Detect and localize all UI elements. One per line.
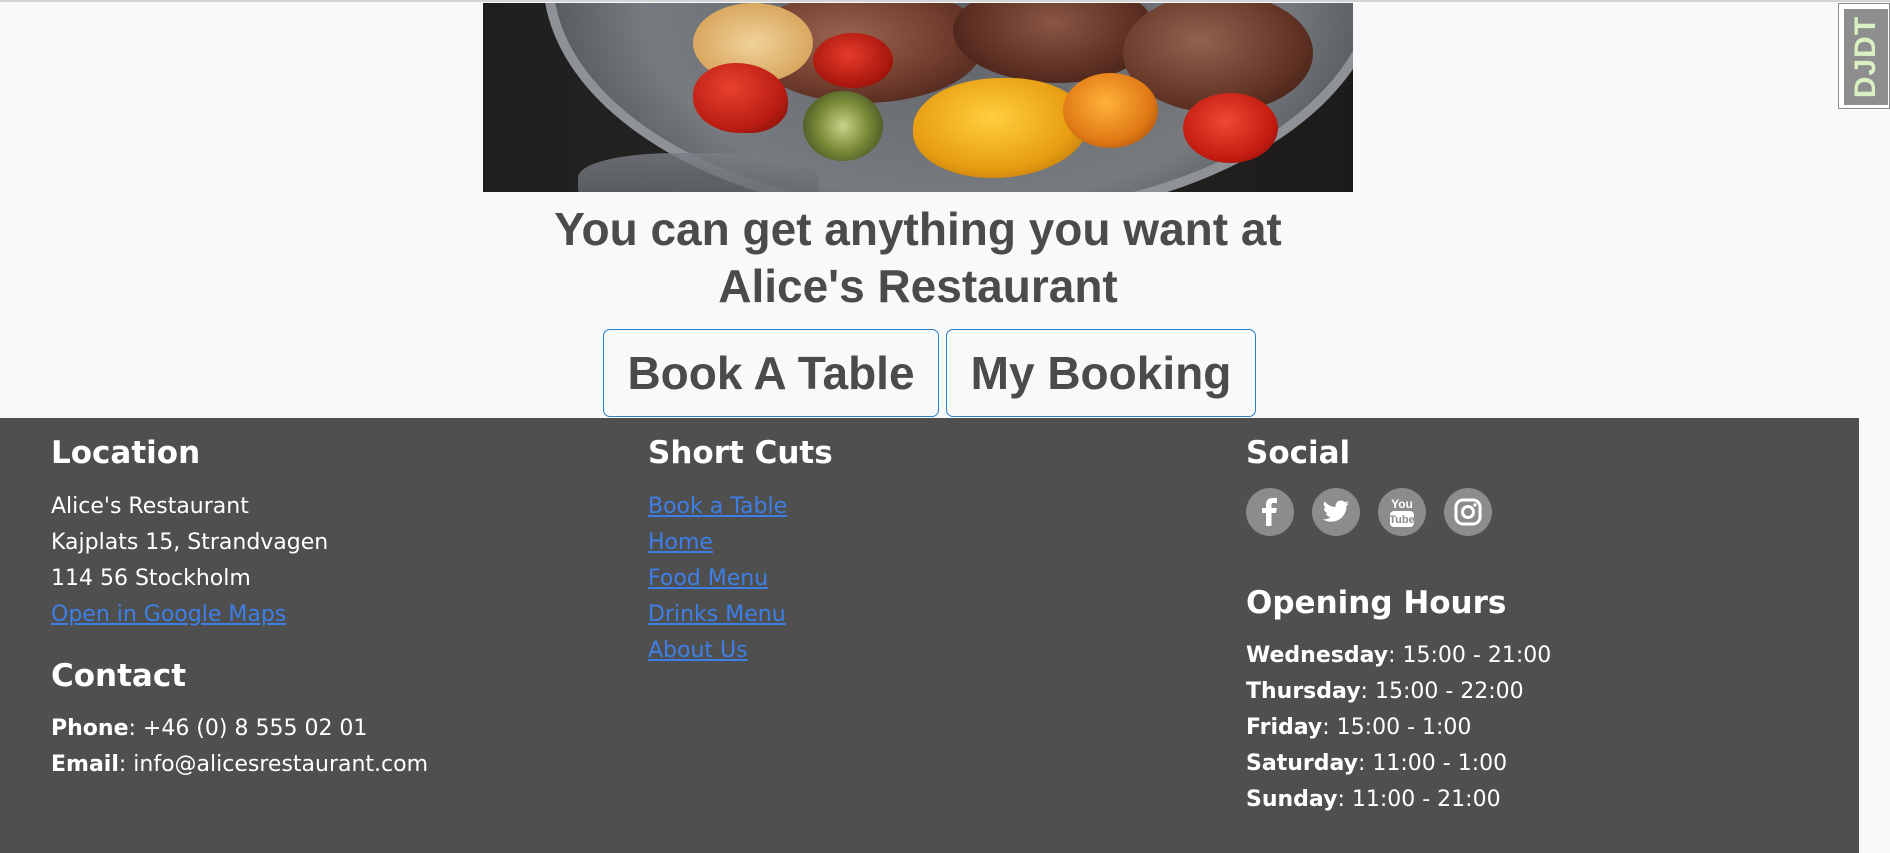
my-booking-button[interactable]: My Booking [946,329,1256,417]
hours-row-thursday: Thursday: 15:00 - 22:00 [1246,677,1524,707]
book-a-table-button[interactable]: Book A Table [603,329,939,417]
facebook-icon[interactable] [1246,488,1294,536]
contact-email: Email: info@alicesrestaurant.com [51,750,428,780]
hours-day: Sunday [1246,787,1338,812]
hours-time: : 15:00 - 21:00 [1388,643,1552,668]
hours-day: Thursday [1246,679,1361,704]
youtube-icon[interactable]: You Tube [1378,488,1426,536]
location-heading: Location [51,435,201,471]
twitter-icon[interactable] [1312,488,1360,536]
instagram-icon[interactable] [1444,488,1492,536]
opening-hours-heading: Opening Hours [1246,585,1507,621]
hours-time: : 11:00 - 1:00 [1357,751,1508,776]
phone-value: : +46 (0) 8 555 02 01 [128,716,368,741]
restaurant-name: Alice's Restaurant [51,494,249,519]
email-label: Email [51,752,119,777]
hours-day: Friday [1246,715,1323,740]
hours-time: : 11:00 - 21:00 [1337,787,1501,812]
youtube-icon-bottom-text: Tube [1389,514,1414,526]
hours-day: Wednesday [1246,643,1389,668]
hours-time: : 15:00 - 22:00 [1360,679,1524,704]
hours-time: : 15:00 - 1:00 [1322,715,1472,740]
top-divider [0,0,1890,2]
shortcuts-heading: Short Cuts [648,435,833,471]
shortcut-home-link[interactable]: Home [648,528,713,558]
address-city: 114 56 Stockholm [51,566,251,591]
debug-toolbar-label: DJDT [1849,15,1882,99]
debug-toolbar-handle[interactable]: DJDT [1838,3,1890,109]
hours-row-saturday: Saturday: 11:00 - 1:00 [1246,749,1507,779]
social-heading: Social [1246,435,1351,471]
email-value: : info@alicesrestaurant.com [118,752,429,777]
google-maps-link[interactable]: Open in Google Maps [51,600,286,630]
youtube-icon-top-text: You [1391,497,1413,511]
page-headline: You can get anything you want at Alice's… [554,203,1282,312]
site-footer: Location Alice's Restaurant Kajplats 15,… [0,418,1859,853]
hours-day: Saturday [1246,751,1358,776]
phone-label: Phone [51,716,129,741]
contact-phone: Phone: +46 (0) 8 555 02 01 [51,714,367,744]
hours-row-sunday: Sunday: 11:00 - 21:00 [1246,785,1501,815]
shortcut-drinks-menu-link[interactable]: Drinks Menu [648,600,786,630]
hours-row-friday: Friday: 15:00 - 1:00 [1246,713,1471,743]
hero-image [483,3,1353,192]
debug-toolbar-logo: DJDT [1844,9,1888,105]
shortcut-book-a-table-link[interactable]: Book a Table [648,492,787,522]
shortcut-about-us-link[interactable]: About Us [648,636,748,666]
shortcut-food-menu-link[interactable]: Food Menu [648,564,768,594]
address-street: Kajplats 15, Strandvagen [51,530,329,555]
contact-heading: Contact [51,658,187,694]
hours-row-wednesday: Wednesday: 15:00 - 21:00 [1246,641,1551,671]
